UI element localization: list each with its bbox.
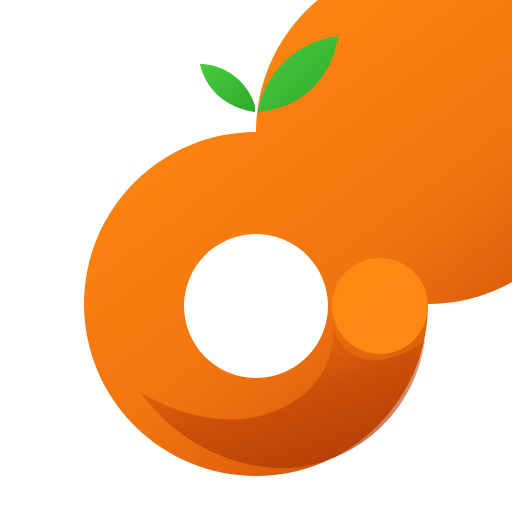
app-logo-canvas [0, 0, 512, 512]
left-leaf-icon [200, 64, 255, 112]
orange-logo-icon [84, 0, 512, 476]
